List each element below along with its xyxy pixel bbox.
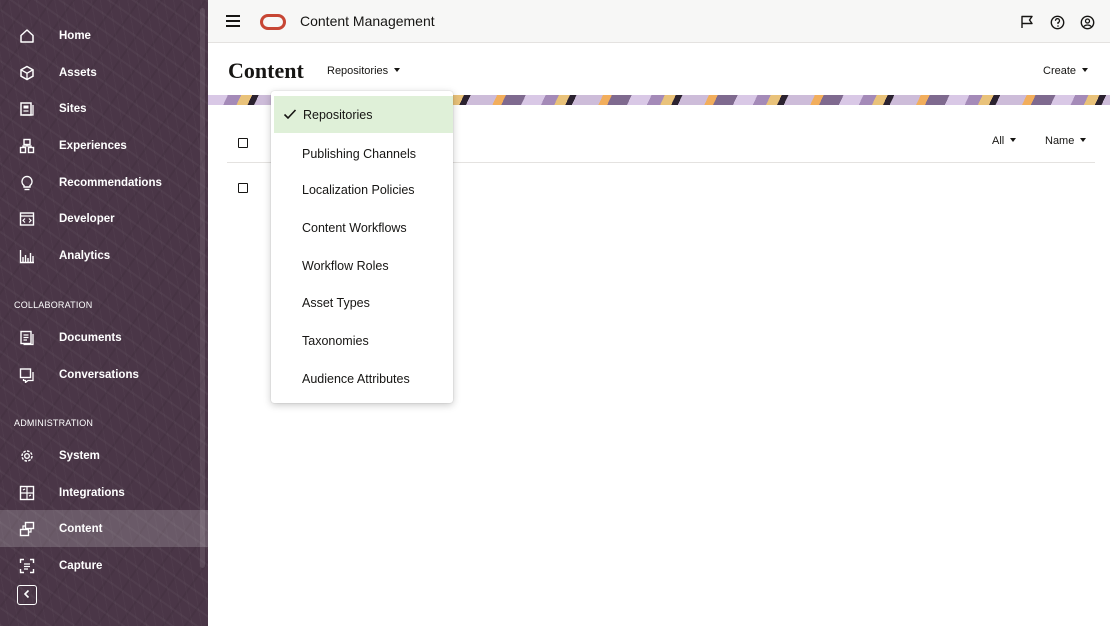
sidebar-item-label: Sites	[59, 102, 87, 115]
collapse-sidebar-button[interactable]	[17, 585, 37, 605]
filter-dropdown[interactable]: All	[992, 135, 1017, 147]
sidebar-item-assets[interactable]: Assets	[0, 54, 208, 91]
sidebar-item-label: Home	[59, 29, 91, 42]
integrations-icon	[18, 484, 36, 502]
sidebar-item-label: Assets	[59, 66, 97, 79]
sidebar-item-label: System	[59, 449, 100, 462]
documents-icon	[18, 329, 36, 347]
menu-item-audience-attributes[interactable]: Audience Attributes	[271, 360, 453, 397]
caret-down-icon	[394, 68, 401, 73]
sidebar-item-label: Analytics	[59, 249, 111, 262]
sidebar-item-conversations[interactable]: Conversations	[0, 356, 208, 393]
top-bar: Content Management	[208, 0, 1110, 43]
oracle-logo	[260, 14, 286, 30]
system-gear-icon	[18, 447, 36, 465]
menu-item-asset-types[interactable]: Asset Types	[271, 284, 453, 321]
sidebar-item-experiences[interactable]: Experiences	[0, 127, 208, 164]
section-heading-administration: ADMINISTRATION	[14, 418, 94, 428]
repositories-dropdown-menu: Repositories Publishing Channels Localiz…	[271, 91, 453, 403]
sidebar-item-capture[interactable]: Capture	[0, 547, 208, 584]
sidebar-item-system[interactable]: System	[0, 437, 208, 474]
sidebar-item-label: Documents	[59, 331, 122, 344]
user-profile-icon[interactable]	[1078, 13, 1096, 31]
sidebar-item-developer[interactable]: Developer	[0, 200, 208, 237]
select-all-checkbox[interactable]	[238, 138, 248, 148]
caret-down-icon	[1080, 138, 1087, 143]
sidebar-item-documents[interactable]: Documents	[0, 319, 208, 356]
repositories-dropdown-button[interactable]: Repositories	[327, 65, 401, 77]
menu-item-publishing-channels[interactable]: Publishing Channels	[271, 135, 453, 172]
menu-item-workflow-roles[interactable]: Workflow Roles	[271, 247, 453, 284]
app-title: Content Management	[300, 13, 435, 29]
sidebar-item-label: Experiences	[59, 139, 127, 152]
recommendations-icon	[18, 174, 36, 192]
menu-item-label: Publishing Channels	[302, 146, 416, 161]
chevron-left-icon	[23, 586, 31, 604]
caret-down-icon	[1082, 68, 1089, 73]
menu-item-label: Repositories	[303, 107, 373, 122]
page-title: Content	[228, 58, 304, 83]
menu-item-repositories[interactable]: Repositories	[274, 96, 453, 133]
row-checkbox[interactable]	[238, 183, 248, 193]
sidebar-item-label: Integrations	[59, 486, 125, 499]
create-button[interactable]: Create	[1043, 65, 1089, 77]
analytics-icon	[18, 247, 36, 265]
capture-icon	[18, 557, 36, 575]
sidebar-item-label: Conversations	[59, 368, 139, 381]
sidebar: Home Assets Sites Experiences Recommenda…	[0, 0, 208, 626]
menu-item-label: Localization Policies	[302, 182, 415, 197]
home-icon	[18, 27, 36, 45]
help-icon[interactable]	[1048, 13, 1066, 31]
sidebar-item-label: Developer	[59, 212, 115, 225]
sidebar-item-recommendations[interactable]: Recommendations	[0, 164, 208, 201]
sidebar-item-integrations[interactable]: Integrations	[0, 474, 208, 511]
menu-item-label: Content Workflows	[302, 220, 407, 235]
sidebar-item-sites[interactable]: Sites	[0, 90, 208, 127]
sidebar-item-label: Capture	[59, 559, 103, 572]
menu-item-localization-policies[interactable]: Localization Policies	[271, 171, 453, 208]
repositories-dropdown-label: Repositories	[327, 65, 389, 77]
sites-icon	[18, 100, 36, 118]
experiences-icon	[18, 137, 36, 155]
sidebar-item-home[interactable]: Home	[0, 17, 208, 54]
assets-icon	[18, 64, 36, 82]
sort-dropdown[interactable]: Name	[1045, 135, 1087, 147]
menu-item-label: Audience Attributes	[302, 371, 410, 386]
sidebar-item-label: Content	[59, 522, 103, 535]
menu-item-taxonomies[interactable]: Taxonomies	[271, 322, 453, 359]
developer-icon	[18, 210, 36, 228]
sidebar-item-content[interactable]: Content	[0, 510, 208, 547]
menu-item-content-workflows[interactable]: Content Workflows	[271, 209, 453, 246]
hamburger-menu-icon[interactable]	[226, 15, 240, 27]
create-button-label: Create	[1043, 65, 1077, 77]
checkmark-icon	[283, 107, 297, 121]
content-icon	[18, 520, 36, 538]
sidebar-item-label: Recommendations	[59, 176, 162, 189]
menu-item-label: Workflow Roles	[302, 258, 389, 273]
conversations-icon	[18, 366, 36, 384]
caret-down-icon	[1010, 138, 1017, 143]
sidebar-item-analytics[interactable]: Analytics	[0, 237, 208, 274]
menu-item-label: Asset Types	[302, 295, 370, 310]
section-heading-collaboration: COLLABORATION	[14, 300, 93, 310]
flag-icon[interactable]	[1018, 13, 1036, 31]
menu-item-label: Taxonomies	[302, 333, 369, 348]
filter-dropdown-label: All	[992, 135, 1005, 147]
sort-dropdown-label: Name	[1045, 135, 1075, 147]
